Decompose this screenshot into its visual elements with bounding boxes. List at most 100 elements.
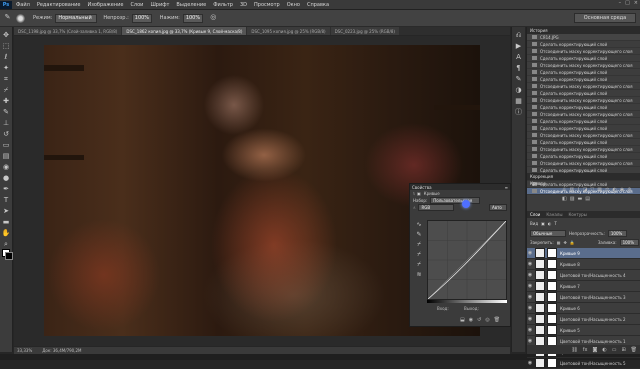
move-tool-icon[interactable]: ✥ — [2, 31, 11, 40]
flow-input[interactable]: 100% — [182, 13, 203, 23]
white-point-eyedropper-icon[interactable]: ⌿ — [417, 260, 421, 270]
layer-row[interactable]: ◉ Кривые 9 — [527, 248, 640, 259]
history-item[interactable]: Сделать корректирующий слой — [527, 125, 640, 132]
opacity-input[interactable]: 100% — [131, 13, 152, 23]
panel-menu-icon[interactable]: ≡ — [505, 185, 508, 190]
menu-file[interactable]: Файл — [16, 2, 30, 8]
blur-tool-icon[interactable]: ◉ — [2, 163, 11, 172]
history-item[interactable]: Отсоединить маску корректирующего слоя — [527, 83, 640, 90]
history-item[interactable]: Сделать корректирующий слой — [527, 118, 640, 125]
zoom-level[interactable]: 33,33% — [17, 348, 32, 353]
adjustments-panel-header[interactable]: Коррекция — [527, 173, 640, 180]
swatches-panel-icon[interactable]: ▦ — [514, 97, 523, 106]
menu-filter[interactable]: Фильтр — [213, 2, 233, 8]
color-panel-icon[interactable]: ◑ — [514, 86, 523, 95]
posterize-icon[interactable]: ▨ — [570, 196, 575, 202]
layer-mask-thumb[interactable] — [547, 314, 557, 324]
menu-3d[interactable]: 3D — [240, 2, 247, 8]
history-item[interactable]: Отсоединить маску корректирующего слоя — [527, 97, 640, 104]
preset-select[interactable]: Пользовательская — [430, 197, 481, 204]
layer-row[interactable]: ◉ Цветовой тон/Насыщенность 2 — [527, 314, 640, 325]
link-icon[interactable]: ⛓ — [571, 347, 577, 353]
layer-row[interactable]: ◉ Цветовой тон/Насыщенность 4 — [527, 270, 640, 281]
visibility-eye-icon[interactable]: ◉ — [527, 283, 533, 289]
lock-pixels-icon[interactable]: ▦ — [557, 240, 561, 245]
history-brush-tool-icon[interactable]: ↺ — [2, 130, 11, 139]
history-item[interactable]: Сделать корректирующий слой — [527, 90, 640, 97]
maximize-icon[interactable]: □ — [625, 0, 630, 6]
layer-row[interactable]: ◉ Цветовой тон/Насыщенность 3 — [527, 292, 640, 303]
filter-type-icon[interactable]: T — [554, 221, 556, 226]
actions-panel-icon[interactable]: ▶ — [514, 42, 523, 51]
character-panel-icon[interactable]: A — [514, 53, 523, 62]
fx-icon[interactable]: fx — [583, 347, 588, 353]
brightness-icon[interactable]: ☼ — [562, 187, 566, 193]
color-balance-icon[interactable]: ⚖ — [605, 187, 609, 193]
hue-sat-icon[interactable]: ▦ — [597, 187, 602, 193]
mask-icon[interactable]: ▣ — [417, 191, 421, 196]
clip-to-layer-icon[interactable]: ⬓ — [460, 317, 465, 323]
curves-graph-svg[interactable] — [427, 220, 507, 300]
visibility-eye-icon[interactable]: ◉ — [527, 294, 533, 300]
layer-row[interactable]: ◉ Кривые 8 — [527, 259, 640, 270]
trash-icon[interactable]: 🗑 — [631, 347, 637, 353]
minimize-icon[interactable]: – — [619, 0, 622, 6]
history-item[interactable]: Сделать корректирующий слой — [527, 139, 640, 146]
menu-select[interactable]: Выделение — [176, 2, 206, 8]
tab-layers[interactable]: Слои — [530, 212, 540, 217]
filter-pixel-icon[interactable]: ▣ — [541, 221, 545, 226]
new-layer-icon[interactable]: ⊞ — [621, 347, 625, 353]
eraser-tool-icon[interactable]: ▭ — [2, 141, 11, 150]
stamp-tool-icon[interactable]: ⊥ — [2, 119, 11, 128]
history-panel-icon[interactable]: ⎌ — [514, 31, 523, 40]
paragraph-panel-icon[interactable]: ¶ — [514, 64, 523, 73]
menu-edit[interactable]: Редактирование — [37, 2, 81, 8]
eyedropper-tool-icon[interactable]: ⌿ — [2, 86, 11, 95]
channel-select[interactable]: RGB — [418, 204, 455, 211]
layer-mask-thumb[interactable] — [547, 292, 557, 302]
history-panel-header[interactable]: История — [527, 27, 640, 34]
add-mask-icon[interactable]: ◙ — [592, 347, 597, 353]
layer-kind-label[interactable]: Вид — [530, 221, 538, 226]
point-edit-icon[interactable]: ∿ — [416, 220, 421, 230]
history-item[interactable]: Отсоединить маску корректирующего слоя — [527, 132, 640, 139]
channel-mixer-icon[interactable]: ⊕ — [627, 187, 631, 193]
crop-tool-icon[interactable]: ⌗ — [2, 75, 11, 84]
visibility-eye-icon[interactable]: ◉ — [527, 272, 533, 278]
tab-document-1[interactable]: DSC_1198.jpg @ 33,7% (Слой-заливка 1, RG… — [14, 27, 122, 35]
type-tool-icon[interactable]: T — [2, 196, 11, 205]
menu-window[interactable]: Окно — [287, 2, 300, 8]
history-item[interactable]: Отсоединить маску корректирующего слоя — [527, 62, 640, 69]
smooth-curve-icon[interactable]: ≋ — [416, 270, 421, 280]
history-item[interactable]: Отсоединить маску корректирующего слоя — [527, 111, 640, 118]
layer-row[interactable]: ◉ Кривые 7 — [527, 281, 640, 292]
reset-icon[interactable]: ↺ — [477, 317, 481, 323]
visibility-eye-icon[interactable]: ◉ — [527, 360, 533, 366]
layer-mask-thumb[interactable] — [547, 281, 557, 291]
brush-panel-icon[interactable]: ✎ — [514, 75, 523, 84]
visibility-eye-icon[interactable]: ◉ — [527, 305, 533, 311]
visibility-eye-icon[interactable]: ◉ — [527, 338, 533, 344]
layer-row[interactable]: ◉ Кривые 5 — [527, 325, 640, 336]
bw-icon[interactable]: ◐ — [612, 187, 616, 193]
curves-icon[interactable]: ⌇ — [577, 187, 579, 193]
shape-tool-icon[interactable]: ▬ — [2, 218, 11, 227]
layer-row[interactable]: ◉ Кривые 6 — [527, 303, 640, 314]
lasso-tool-icon[interactable]: ℓ — [2, 53, 11, 62]
hand-tool-icon[interactable]: ✋ — [2, 229, 11, 238]
history-item[interactable]: Сделать корректирующий слой — [527, 41, 640, 48]
levels-icon[interactable]: ▥ — [569, 187, 574, 193]
menu-view[interactable]: Просмотр — [254, 2, 280, 8]
history-item[interactable]: Сделать корректирующий слой — [527, 153, 640, 160]
healing-tool-icon[interactable]: ✚ — [2, 97, 11, 106]
auto-button[interactable]: Авто — [489, 204, 507, 211]
visibility-eye-icon[interactable]: ◉ — [527, 250, 533, 256]
menu-type[interactable]: Шрифт — [150, 2, 169, 8]
delete-icon[interactable]: 🗑 — [494, 317, 500, 323]
visibility-eye-icon[interactable]: ◉ — [527, 261, 533, 267]
menu-help[interactable]: Справка — [307, 2, 329, 8]
path-select-tool-icon[interactable]: ➤ — [2, 207, 11, 216]
layer-mask-thumb[interactable] — [547, 303, 557, 313]
layer-opacity-input[interactable]: 100% — [607, 230, 627, 237]
visibility-eye-icon[interactable]: ◉ — [527, 327, 533, 333]
